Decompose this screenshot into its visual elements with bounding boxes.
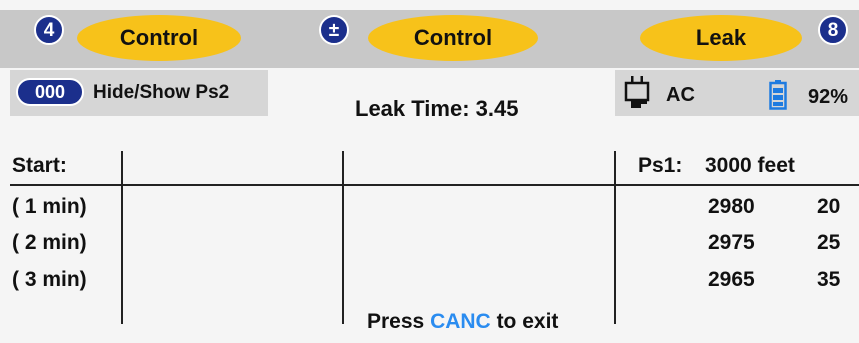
battery-level-label: 92% (808, 86, 849, 108)
right-badge-button[interactable]: 8 (818, 15, 848, 45)
exit-hint-suffix: to exit (490, 310, 559, 333)
middle-badge-button[interactable]: ± (319, 15, 349, 45)
row-2-value: 2975 (708, 231, 755, 254)
table-divider-1 (121, 151, 123, 324)
table-divider-3 (614, 151, 616, 324)
table-divider-2 (342, 151, 344, 324)
plug-icon (623, 74, 651, 115)
ps1-label: Ps1: (638, 154, 683, 177)
left-control-button[interactable]: Control (77, 15, 241, 61)
exit-hint-prefix: Press (367, 310, 431, 333)
row-1-label: ( 1 min) (12, 195, 87, 218)
row-1-value: 2980 (708, 195, 755, 218)
start-label: Start: (12, 154, 67, 177)
row-2-label: ( 2 min) (12, 231, 87, 254)
row-1-delta: 20 (817, 195, 841, 218)
battery-icon (769, 80, 787, 115)
ps2-toggle-label[interactable]: Hide/Show Ps2 (93, 82, 229, 104)
ps2-toggle-button[interactable]: 000 (16, 78, 84, 106)
leak-button[interactable]: Leak (640, 15, 802, 61)
ps1-value: 3000 feet (705, 154, 795, 177)
power-source-label: AC (666, 84, 695, 106)
exit-hint: Press CANC to exit (367, 310, 558, 334)
row-3-label: ( 3 min) (12, 268, 87, 291)
canc-key-label: CANC (430, 310, 491, 333)
table-header-rule (10, 184, 859, 186)
middle-control-button[interactable]: Control (368, 15, 538, 61)
row-2-delta: 25 (817, 231, 841, 254)
row-3-delta: 35 (817, 268, 841, 291)
row-3-value: 2965 (708, 268, 755, 291)
leak-time-readout: Leak Time: 3.45 (355, 96, 519, 121)
left-badge-button[interactable]: 4 (34, 15, 64, 45)
